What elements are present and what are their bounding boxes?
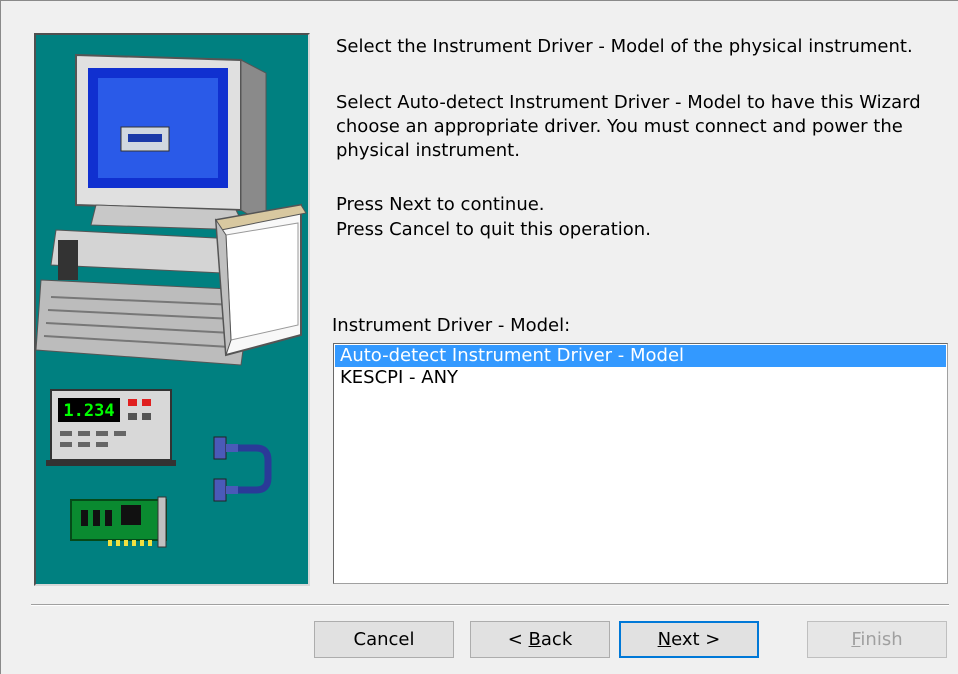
back-label-accesskey: B (528, 629, 541, 650)
back-label-prefix: < (507, 629, 529, 650)
wizard-illustration: 1.234 (34, 33, 310, 586)
driver-list-item-kescpi[interactable]: KESCPI - ANY (334, 367, 947, 389)
interface-card-icon (70, 496, 167, 548)
meter-display: 1.234 (63, 401, 114, 421)
back-button[interactable]: < Back (470, 621, 610, 658)
computer-instrument-illustration: 1.234 (36, 53, 307, 548)
next-label-rest: ext > (671, 629, 721, 650)
cable-connector-icon (213, 436, 272, 502)
driver-list-label: Instrument Driver - Model: (332, 315, 571, 336)
multimeter-icon: 1.234 (46, 389, 176, 466)
next-label-accesskey: N (657, 629, 672, 650)
monitor-icon (75, 53, 267, 231)
driver-list-item-auto-detect[interactable]: Auto-detect Instrument Driver - Model (335, 345, 946, 367)
separator-highlight (31, 605, 949, 606)
finish-button[interactable]: Finish (807, 621, 947, 658)
instruction-line-1: Select the Instrument Driver - Model of … (336, 36, 913, 57)
instruction-line-3: Press Next to continue. (336, 194, 545, 215)
driver-listbox[interactable]: Auto-detect Instrument Driver - Model KE… (333, 343, 948, 584)
instrument-box-icon (214, 203, 307, 357)
finish-label-rest: inish (860, 629, 903, 650)
instruction-line-2: Select Auto-detect Instrument Driver - M… (336, 92, 921, 161)
next-button[interactable]: Next > (619, 621, 759, 658)
cancel-button[interactable]: Cancel (314, 621, 454, 658)
wizard-window: 1.234 Select the Instrument Driver - Mod… (0, 0, 958, 674)
instruction-line-4: Press Cancel to quit this operation. (336, 219, 651, 240)
back-label-rest: ack (540, 629, 573, 650)
